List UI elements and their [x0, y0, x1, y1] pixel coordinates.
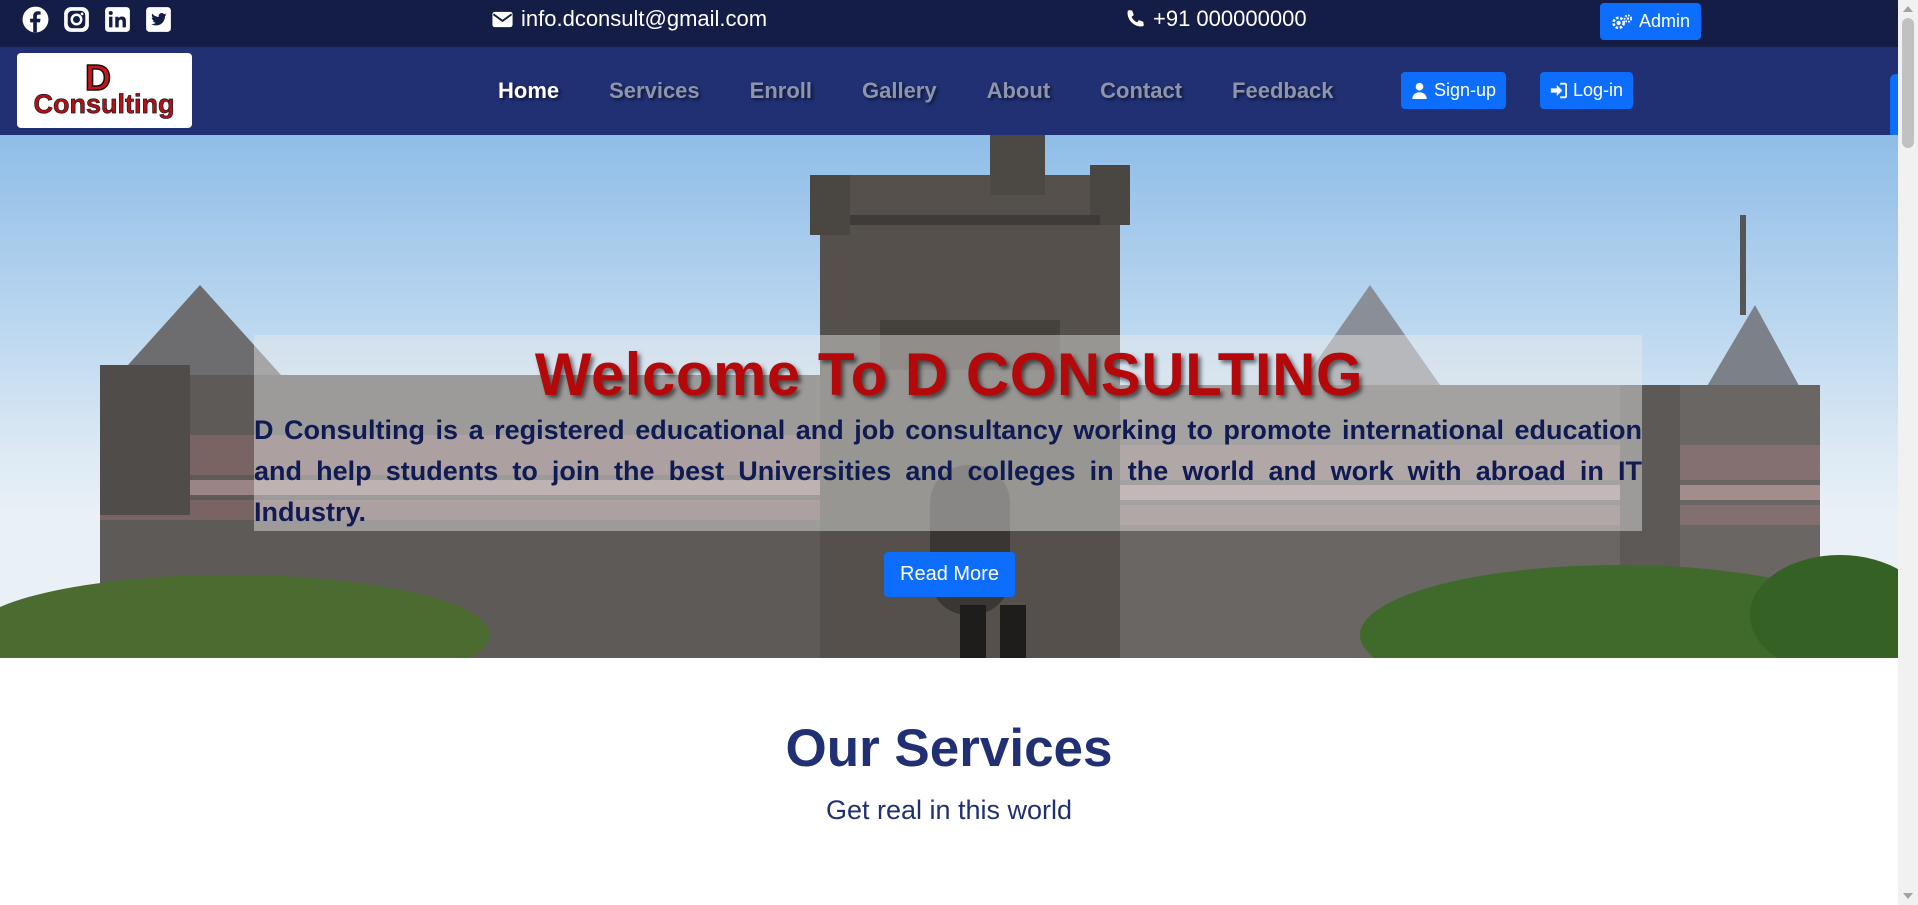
main-navbar: D Consulting Home Services Enroll Galler… — [0, 47, 1898, 135]
nav-contact[interactable]: Contact — [1100, 78, 1182, 104]
signup-button[interactable]: Sign-up — [1401, 72, 1507, 109]
sign-in-icon — [1550, 82, 1567, 99]
twitter-icon[interactable] — [145, 6, 172, 33]
linkedin-icon[interactable] — [104, 6, 131, 33]
admin-button[interactable]: Admin — [1600, 3, 1702, 40]
hero-title: Welcome To D CONSULTING — [534, 341, 1364, 408]
login-button[interactable]: Log-in — [1540, 72, 1634, 109]
instagram-icon[interactable] — [63, 6, 90, 33]
services-title: Our Services — [785, 719, 1113, 778]
hero-section: Welcome To D CONSULTING D Consulting is … — [0, 135, 1898, 658]
nav-services[interactable]: Services — [609, 78, 700, 104]
scroll-thumb[interactable] — [1902, 18, 1914, 148]
nav-gallery[interactable]: Gallery — [862, 78, 937, 104]
nav-links: Home Services Enroll Gallery About Conta… — [498, 47, 1384, 135]
email-text: info.dconsult@gmail.com — [521, 6, 768, 31]
nav-feedback[interactable]: Feedback — [1232, 78, 1334, 104]
contact-email[interactable]: info.dconsult@gmail.com — [491, 6, 767, 32]
read-more-button[interactable]: Read More — [884, 552, 1015, 597]
login-label: Log-in — [1573, 80, 1624, 100]
user-icon — [1412, 82, 1427, 99]
signup-label: Sign-up — [1434, 80, 1497, 100]
nav-about[interactable]: About — [987, 78, 1051, 104]
envelope-icon — [492, 11, 513, 27]
phone-icon — [1127, 9, 1144, 26]
services-subtitle: Get real in this world — [825, 795, 1073, 825]
nav-home[interactable]: Home — [498, 78, 559, 104]
vertical-scrollbar[interactable] — [1898, 0, 1918, 905]
logo-text: Consulting — [34, 89, 175, 119]
facebook-icon[interactable] — [22, 6, 49, 33]
hero-description: D Consulting is a registered educational… — [254, 415, 1642, 527]
scroll-up-arrow-icon[interactable] — [1903, 6, 1913, 12]
phone-text: +91 000000000 — [1153, 6, 1307, 31]
contact-phone[interactable]: +91 000000000 — [1123, 6, 1307, 32]
admin-label: Admin — [1639, 11, 1691, 31]
nav-enroll[interactable]: Enroll — [750, 78, 812, 104]
side-tab[interactable] — [1890, 74, 1898, 138]
gears-icon — [1612, 13, 1633, 29]
scroll-down-arrow-icon[interactable] — [1903, 893, 1913, 899]
social-links — [22, 6, 172, 33]
logo[interactable]: D Consulting — [17, 53, 192, 128]
top-contact-bar: info.dconsult@gmail.com +91 000000000 Ad… — [0, 0, 1898, 47]
